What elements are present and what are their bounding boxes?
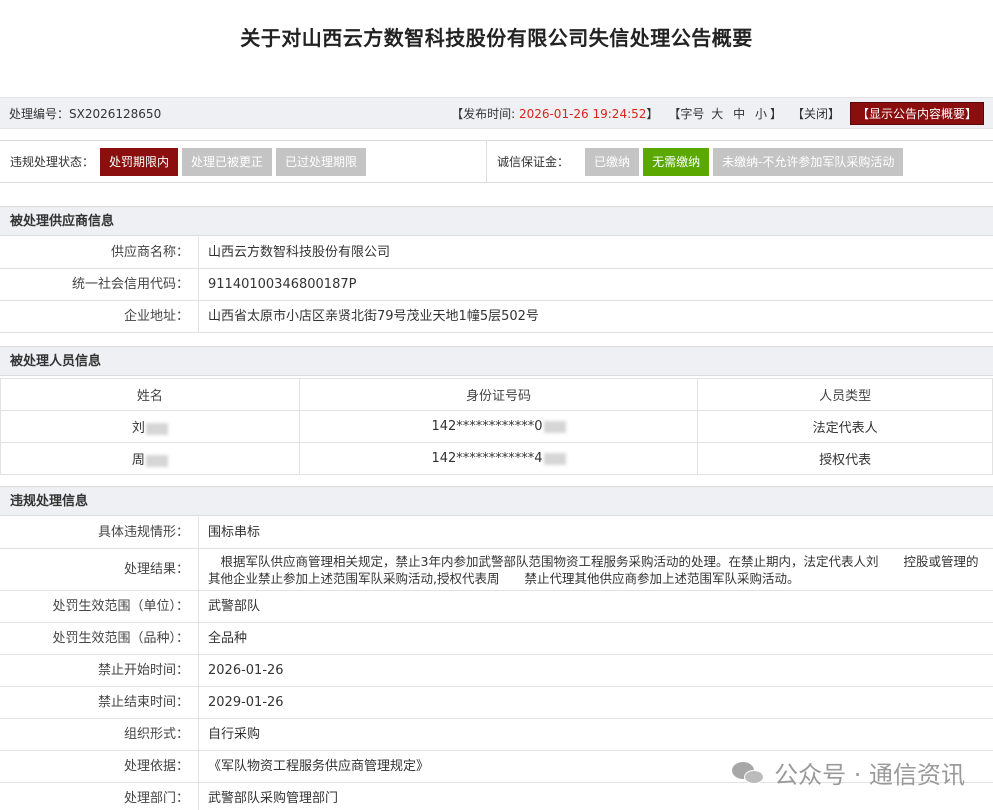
font-large-link[interactable]: 大: [711, 107, 723, 121]
watermark-text: 公众号 · 通信资讯: [774, 761, 965, 789]
row-key: 组织形式：: [0, 719, 199, 750]
row-key: 禁止开始时间：: [0, 655, 199, 686]
credit-code-row: 统一社会信用代码： 91140100346800187P: [0, 269, 993, 301]
address-row: 企业地址： 山西省太原市小店区亲贤北街79号茂业天地1幢5层502号: [0, 301, 993, 333]
row-value: 全品种: [208, 631, 248, 646]
row-value: 自行采购: [208, 727, 261, 742]
row-key: 统一社会信用代码：: [0, 269, 199, 300]
table-row: 刘 142************0 法定代表人: [0, 410, 993, 443]
row-value: 山西云方数智科技股份有限公司: [208, 245, 391, 260]
font-small-link[interactable]: 小: [755, 107, 767, 121]
table-row: 周 142************4 授权代表: [0, 442, 993, 475]
status-bar: 违规处理状态： 处罚期限内 处理已被更正 已过处理期限 诚信保证金： 已缴纳 无…: [0, 140, 993, 183]
supplier-section-header: 被处理供应商信息: [0, 206, 993, 236]
publish-time-label: 【发布时间:: [451, 106, 516, 121]
row-value: 武警部队: [208, 599, 261, 614]
close-link[interactable]: 【关闭】: [792, 105, 840, 122]
person-name: 周: [0, 442, 300, 475]
redacted-mask: [145, 454, 168, 467]
row-key: 具体违规情形：: [0, 517, 199, 548]
font-size-close: 】: [769, 106, 782, 121]
watermark: 公众号 · 通信资讯: [732, 755, 965, 790]
show-summary-button[interactable]: 【显示公告内容概要】: [849, 101, 984, 125]
person-name-text: 周: [131, 453, 145, 468]
row-key: 供应商名称：: [0, 237, 199, 268]
column-header-type: 人员类型: [697, 378, 993, 411]
person-id-text: 142************4: [431, 451, 543, 466]
ban-end-row: 禁止结束时间： 2029-01-26: [0, 687, 993, 719]
publish-time-value: 2026-01-26 19:24:52: [518, 106, 647, 121]
violation-section-header: 违规处理信息: [0, 486, 993, 516]
font-size-label: 【字号: [668, 106, 705, 121]
row-key: 处理依据：: [0, 751, 199, 782]
ban-start-row: 禁止开始时间： 2026-01-26: [0, 655, 993, 687]
deposit-option-paid: 已缴纳: [585, 147, 640, 176]
row-key: 处罚生效范围（品种）：: [0, 623, 199, 654]
font-size-control: 【字号 大 中 小】: [668, 105, 782, 122]
row-key: 禁止结束时间：: [0, 687, 199, 718]
row-key: 处罚生效范围（单位）：: [0, 591, 199, 622]
process-number-label: 处理编号：: [9, 106, 70, 121]
person-name: 刘: [0, 410, 300, 443]
organization-form-row: 组织形式： 自行采购: [0, 719, 993, 751]
column-header-id: 身份证号码: [298, 378, 699, 411]
wechat-icon: [732, 760, 766, 786]
person-name-text: 刘: [131, 421, 145, 436]
row-key: 处理结果：: [0, 549, 199, 590]
violation-status-label: 违规处理状态：: [10, 155, 95, 169]
row-value: 围标串标: [208, 525, 261, 540]
supplier-name-row: 供应商名称： 山西云方数智科技股份有限公司: [0, 237, 993, 269]
deposit-label: 诚信保证金：: [497, 155, 570, 169]
status-option-corrected: 处理已被更正: [182, 147, 273, 176]
row-value: 91140100346800187P: [208, 277, 357, 292]
row-key: 企业地址：: [0, 301, 199, 332]
status-option-expired: 已过处理期限: [276, 147, 367, 176]
row-value: 根据军队供应商管理相关规定，禁止3年内参加武警部队范围物资工程服务采购活动的处理…: [208, 554, 979, 586]
redacted-mask: [543, 420, 566, 433]
result-row: 处理结果： 根据军队供应商管理相关规定，禁止3年内参加武警部队范围物资工程服务采…: [0, 549, 993, 591]
persons-section-header: 被处理人员信息: [0, 346, 993, 376]
person-type: 法定代表人: [697, 410, 993, 443]
column-header-name: 姓名: [0, 378, 300, 411]
redacted-mask: [145, 422, 168, 435]
row-value: 山西省太原市小店区亲贤北街79号茂业天地1幢5层502号: [208, 309, 539, 324]
meta-bar: 处理编号：SX2026128650 【发布时间: 2026-01-26 19:2…: [0, 97, 993, 129]
persons-table: 姓名 身份证号码 人员类型 刘 142************0 法定代表人 周…: [0, 378, 993, 475]
redacted-mask: [543, 452, 566, 465]
scope-unit-row: 处罚生效范围（单位）： 武警部队: [0, 591, 993, 623]
deposit-option-not-required: 无需缴纳: [643, 147, 710, 176]
violation-type-row: 具体违规情形： 围标串标: [0, 517, 993, 549]
row-value: 2029-01-26: [208, 695, 284, 710]
page-title: 关于对山西云方数智科技股份有限公司失信处理公告概要: [240, 26, 753, 50]
process-number-value: SX2026128650: [69, 106, 162, 121]
table-header-row: 姓名 身份证号码 人员类型: [0, 378, 993, 411]
scope-category-row: 处罚生效范围（品种）： 全品种: [0, 623, 993, 655]
person-type: 授权代表: [697, 442, 993, 475]
row-value: 2026-01-26: [208, 663, 284, 678]
person-id: 142************4: [298, 442, 699, 475]
person-id: 142************0: [298, 410, 699, 443]
font-medium-link[interactable]: 中: [733, 107, 745, 121]
publish-time-close: 】: [646, 106, 659, 121]
publish-time: 【发布时间: 2026-01-26 19:24:52】: [451, 105, 658, 122]
process-number: 处理编号：SX2026128650: [9, 105, 161, 122]
row-key: 处理部门：: [0, 783, 199, 810]
person-id-text: 142************0: [431, 419, 543, 434]
deposit-option-unpaid: 未缴纳-不允许参加军队采购活动: [713, 147, 904, 176]
status-option-in-penalty: 处罚期限内: [100, 147, 179, 176]
